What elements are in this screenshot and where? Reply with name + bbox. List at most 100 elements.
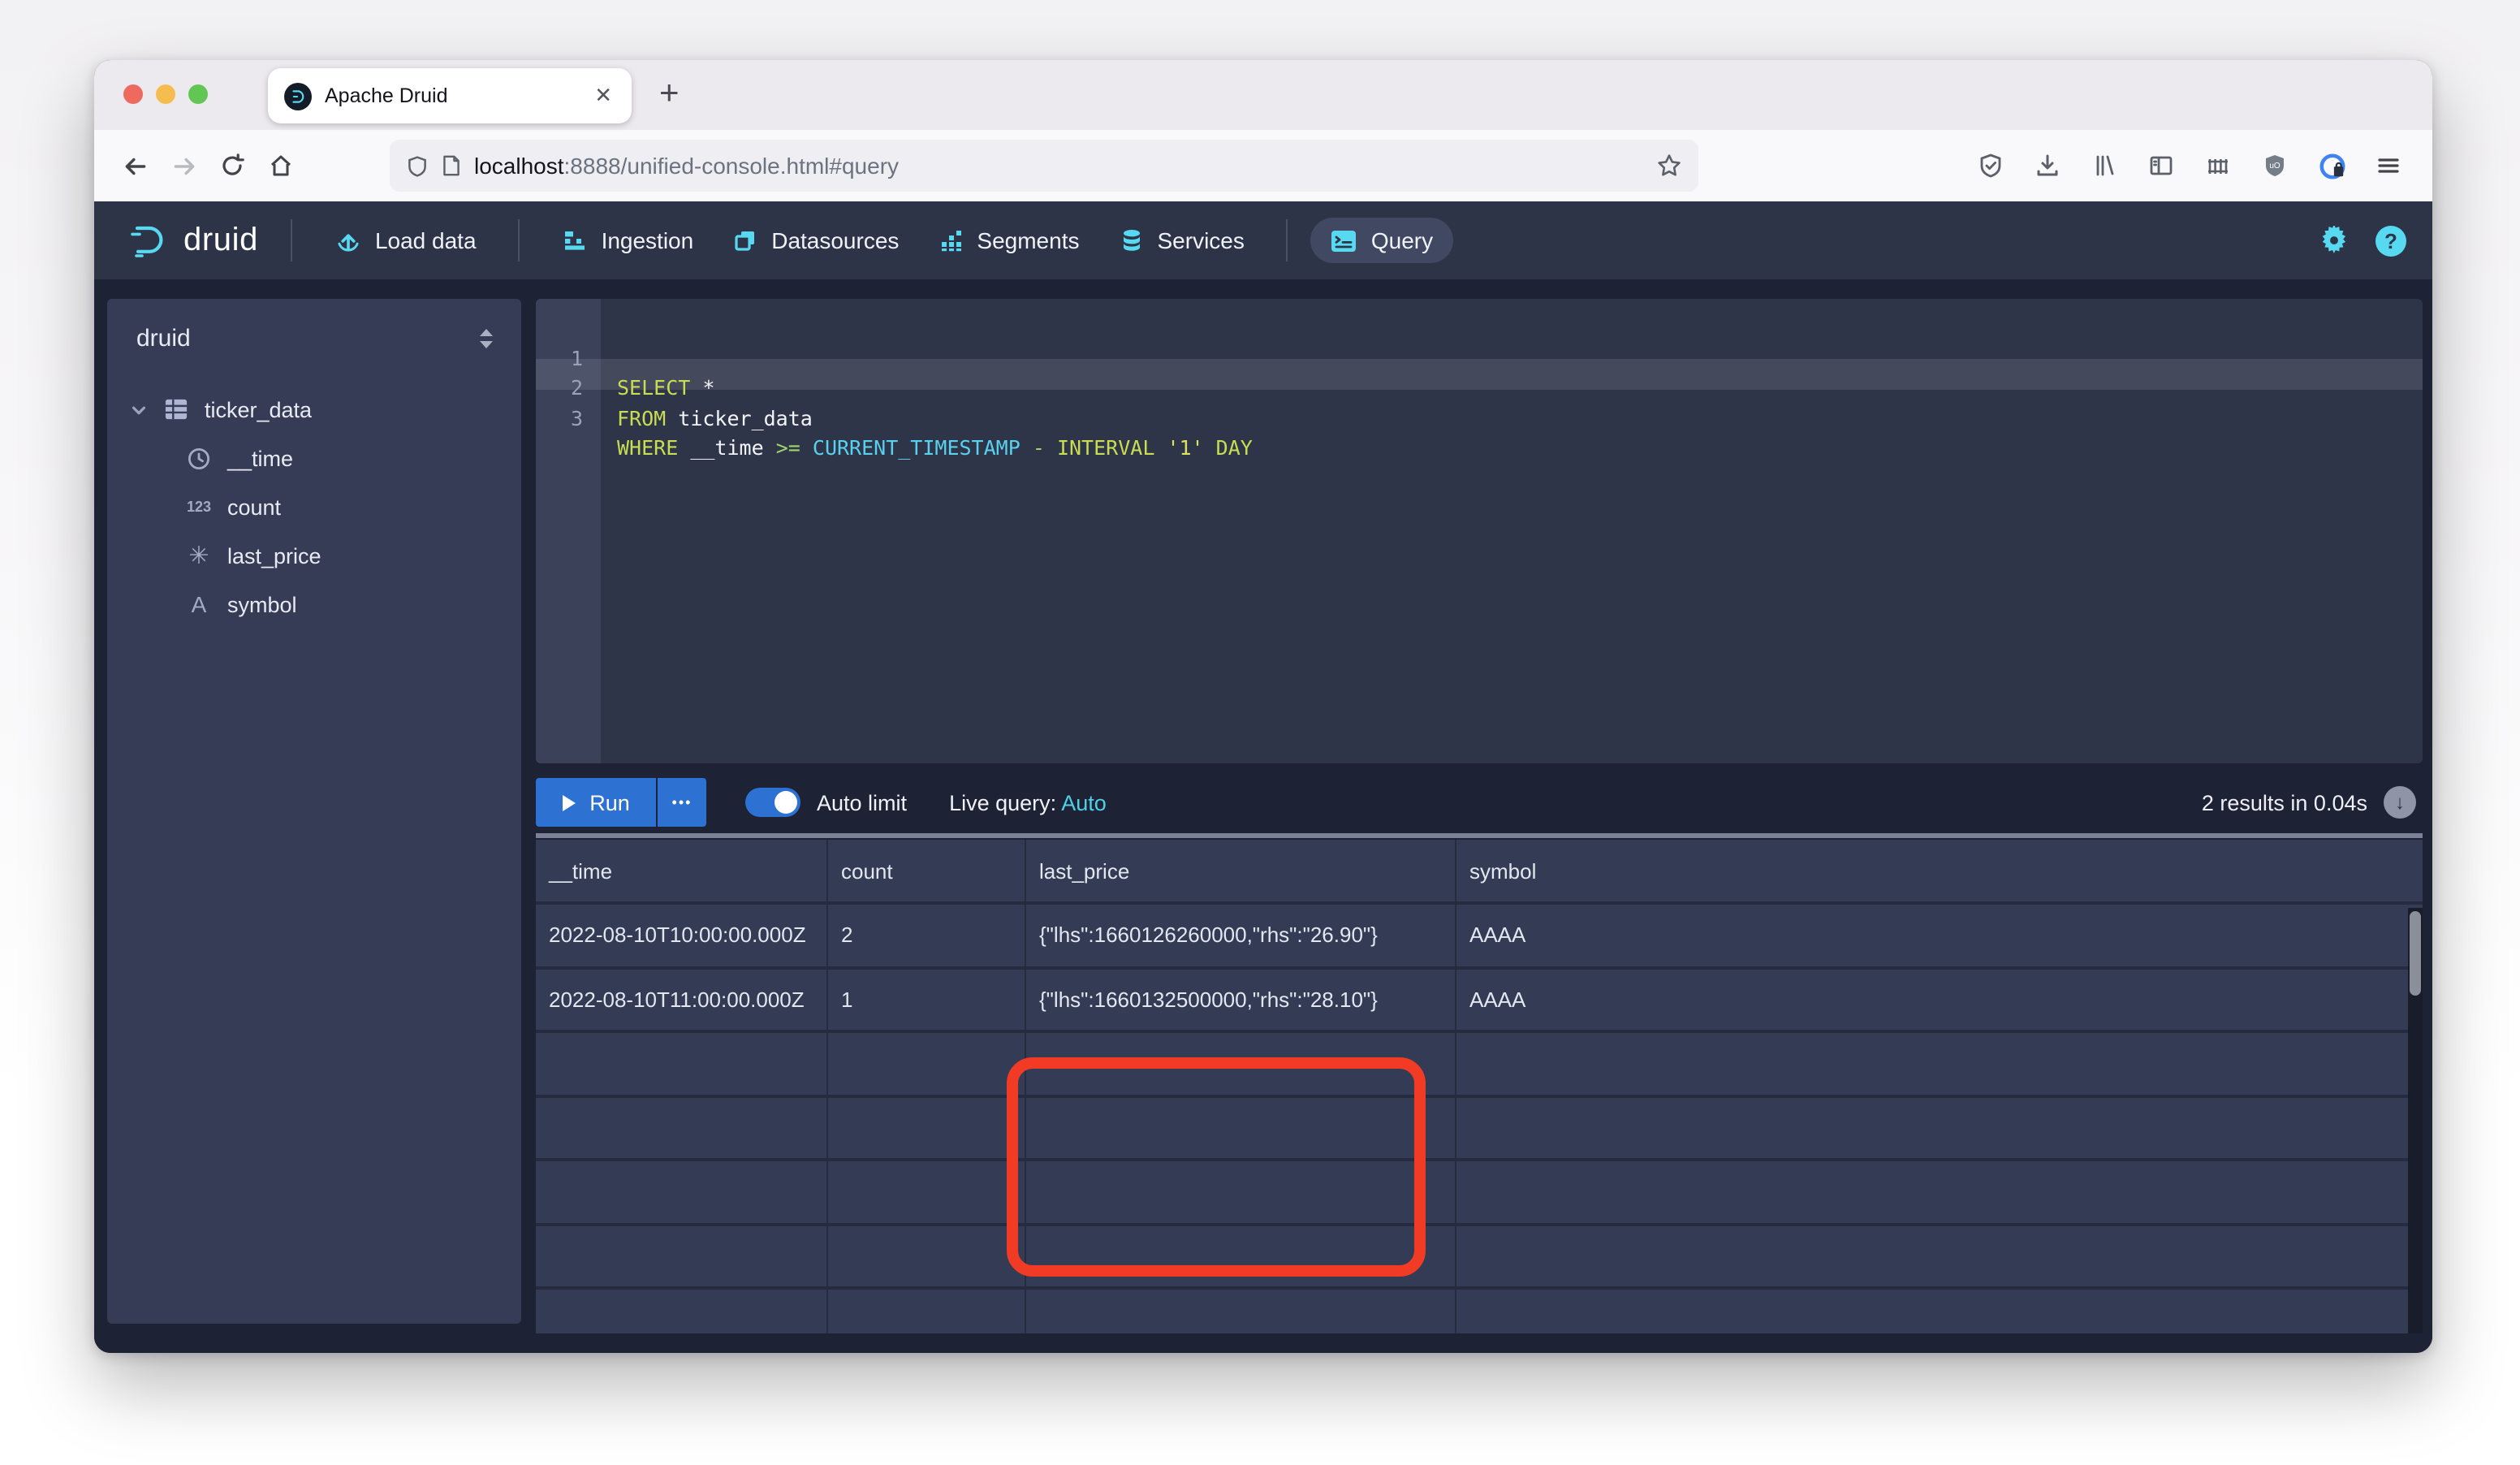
tree-column-symbol[interactable]: A symbol: [130, 580, 498, 629]
druid-logo[interactable]: druid: [120, 221, 268, 260]
home-icon[interactable]: [257, 141, 305, 190]
table-cell[interactable]: 2022-08-10T10:00:00.000Z: [536, 905, 828, 969]
column-name: symbol: [227, 592, 297, 616]
nav-query[interactable]: Query: [1311, 218, 1452, 263]
live-query-label[interactable]: Live query: Auto: [949, 790, 1107, 815]
auto-limit-toggle[interactable]: [745, 788, 800, 817]
library-icon[interactable]: [2080, 141, 2129, 190]
shield-check-icon[interactable]: [1966, 141, 2015, 190]
nav-load-data[interactable]: Load data: [315, 217, 496, 264]
results-table: __time count last_price symbol 2022-08-1…: [536, 840, 2423, 1333]
schema-sidebar: druid ticker_data _: [107, 299, 521, 1324]
auto-limit-label: Auto limit: [817, 790, 907, 815]
schema-tree: ticker_data __time 123 count ✳ la: [130, 385, 498, 629]
downloads-icon[interactable]: [2023, 141, 2072, 190]
desktop: Apache Druid ✕ + localhost:8888/unifie: [0, 0, 2520, 1465]
panel-splitter[interactable]: [536, 833, 2423, 838]
onepassword-icon[interactable]: [2307, 141, 2356, 190]
sql-editor[interactable]: 1 SELECT * 2 FROM ticker_data 3 WHERE __…: [536, 299, 2423, 763]
column-header-symbol[interactable]: symbol: [1456, 840, 2423, 905]
table-cell[interactable]: AAAA: [1456, 969, 2423, 1033]
minimize-window-button[interactable]: [156, 84, 175, 104]
table-cell[interactable]: 1: [828, 969, 1026, 1033]
header-divider: [1287, 219, 1288, 261]
nav-ingestion[interactable]: Ingestion: [543, 218, 714, 263]
column-header-time[interactable]: __time: [536, 840, 828, 905]
table-empty-cell: [828, 1225, 1026, 1290]
column-header-count[interactable]: count: [828, 840, 1026, 905]
schema-row[interactable]: druid: [130, 322, 498, 352]
sort-double-caret-icon[interactable]: [477, 328, 495, 349]
table-cell[interactable]: AAAA: [1456, 905, 2423, 969]
column-name: __time: [227, 446, 293, 470]
zoom-window-button[interactable]: [188, 84, 208, 104]
nav-label: Load data: [375, 227, 477, 253]
tree-column-last-price[interactable]: ✳ last_price: [130, 531, 498, 580]
back-icon[interactable]: [110, 141, 159, 190]
table-empty-cell: [536, 1161, 828, 1225]
query-console-icon: [1331, 228, 1358, 253]
nav-services[interactable]: Services: [1099, 218, 1264, 263]
browser-toolbar: localhost:8888/unified-console.html#quer…: [94, 130, 2432, 201]
table-cell[interactable]: 2022-08-10T11:00:00.000Z: [536, 969, 828, 1033]
ublock-icon[interactable]: uO: [2250, 141, 2299, 190]
table-empty-cell: [1026, 1290, 1456, 1333]
tree-column-time[interactable]: __time: [130, 434, 498, 482]
header-divider: [519, 219, 520, 261]
tree-column-count[interactable]: 123 count: [130, 482, 498, 531]
new-tab-button[interactable]: +: [659, 73, 680, 115]
column-name: last_price: [227, 543, 321, 568]
column-header-last-price[interactable]: last_price: [1026, 840, 1456, 905]
table-empty-cell: [1456, 1161, 2423, 1225]
settings-gear-icon[interactable]: [2319, 225, 2350, 256]
close-window-button[interactable]: [123, 84, 143, 104]
tree-table-ticker-data[interactable]: ticker_data: [130, 385, 498, 434]
containers-icon[interactable]: [2194, 141, 2242, 190]
table-empty-cell: [536, 1097, 828, 1161]
column-name: count: [227, 495, 281, 519]
nav-datasources[interactable]: Datasources: [713, 218, 918, 263]
svg-text:uO: uO: [2269, 162, 2281, 171]
reload-icon[interactable]: [208, 141, 257, 190]
browser-tab[interactable]: Apache Druid ✕: [268, 68, 632, 123]
nav-label: Datasources: [771, 227, 899, 253]
table-cell[interactable]: 2: [828, 905, 1026, 969]
editor-lines: 1 SELECT * 2 FROM ticker_data 3 WHERE __…: [536, 313, 2423, 404]
nav-segments[interactable]: Segments: [918, 218, 1098, 263]
table-empty-cell: [1026, 1225, 1456, 1290]
table-empty-cell: [1026, 1161, 1456, 1225]
toolbar-extensions: uO: [1966, 141, 2416, 190]
table-empty-cell: [828, 1097, 1026, 1161]
run-button[interactable]: Run: [536, 778, 656, 827]
tab-title: Apache Druid: [325, 84, 578, 107]
forward-icon[interactable]: [159, 141, 208, 190]
url-bar[interactable]: localhost:8888/unified-console.html#quer…: [390, 140, 1698, 192]
nav-label: Services: [1158, 227, 1245, 253]
table-empty-cell: [1456, 1097, 2423, 1161]
menu-hamburger-icon[interactable]: [2364, 141, 2413, 190]
bookmark-star-icon[interactable]: [1656, 153, 1682, 179]
druid-header: druid Load data Ingestion Datasources Se…: [94, 201, 2432, 279]
table-empty-cell: [1026, 1033, 1456, 1097]
table-empty-cell: [828, 1033, 1026, 1097]
query-main: 1 SELECT * 2 FROM ticker_data 3 WHERE __…: [536, 299, 2423, 1353]
header-right: ?: [2319, 225, 2406, 256]
traffic-lights: [123, 84, 208, 104]
table-empty-cell: [536, 1033, 828, 1097]
sidebars-icon[interactable]: [2137, 141, 2186, 190]
table-empty-cell: [1026, 1097, 1456, 1161]
table-empty-cell: [828, 1290, 1026, 1333]
line-number: 3: [536, 404, 601, 434]
scrollbar-thumb[interactable]: [2410, 911, 2421, 996]
download-results-icon[interactable]: ↓: [2384, 786, 2416, 819]
help-icon[interactable]: ?: [2375, 225, 2406, 256]
nav-label: Segments: [977, 227, 1079, 253]
table-name: ticker_data: [205, 397, 312, 421]
table-cell[interactable]: {"lhs":1660126260000,"rhs":"26.90"}: [1026, 905, 1456, 969]
chevron-down-icon: [130, 400, 148, 418]
run-more-button[interactable]: •••: [658, 778, 706, 827]
tab-close-icon[interactable]: ✕: [591, 83, 615, 109]
status-text: 2 results in 0.04s: [2202, 790, 2367, 815]
results-scrollbar[interactable]: [2408, 908, 2423, 1333]
table-cell[interactable]: {"lhs":1660132500000,"rhs":"28.10"}: [1026, 969, 1456, 1033]
